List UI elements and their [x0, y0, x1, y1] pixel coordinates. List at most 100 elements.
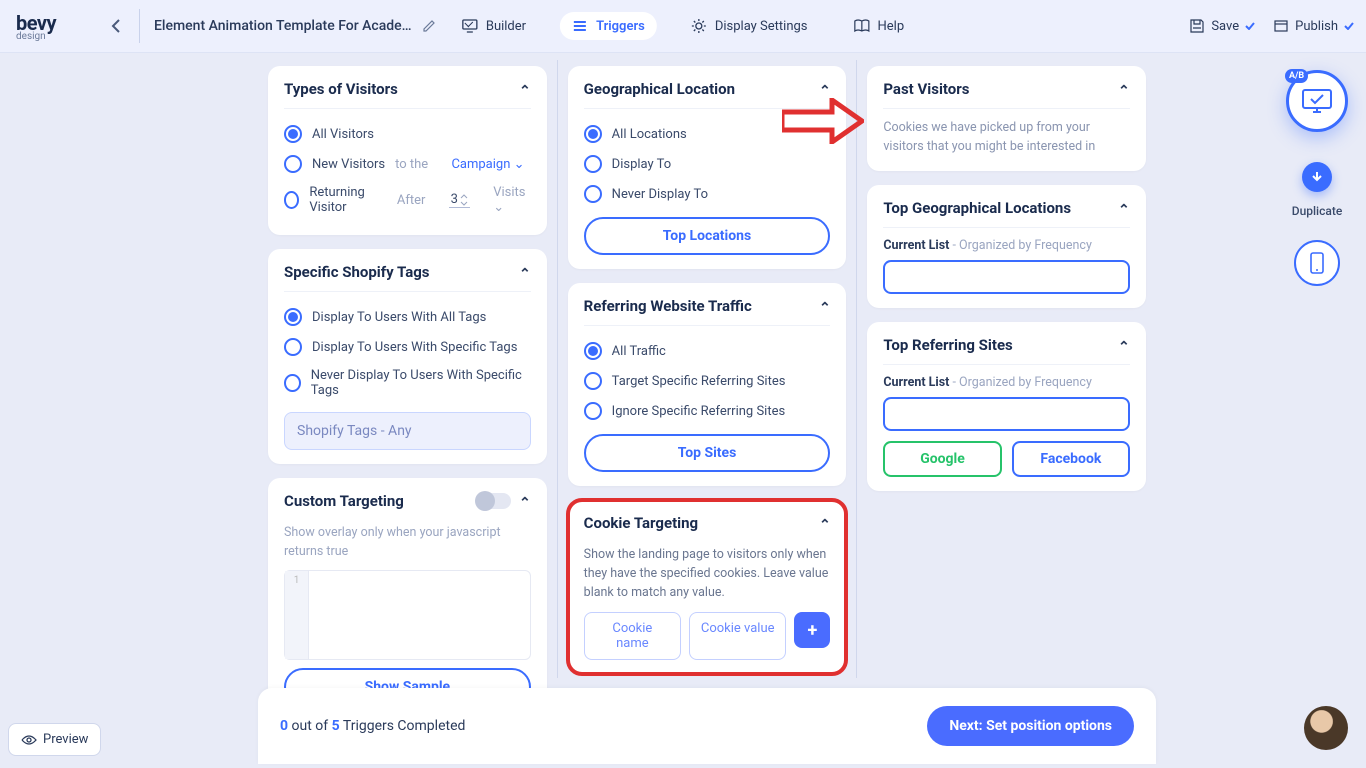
user-avatar[interactable] [1304, 706, 1348, 750]
card-shopify-tags: Specific Shopify Tags ⌄ Display To Users… [268, 249, 547, 464]
save-icon [1189, 18, 1205, 34]
card-past-visitors: Past Visitors ⌄ Cookies we have picked u… [867, 66, 1146, 171]
footer-bar: 0 out of 5 Triggers Completed Next: Set … [258, 688, 1156, 764]
chevron-up-icon[interactable]: ⌄ [819, 81, 831, 97]
publish-button[interactable]: Publish [1273, 18, 1354, 34]
card-custom-targeting: Custom Targeting ⌄ Show overlay only whe… [268, 478, 547, 720]
back-button[interactable] [106, 9, 140, 43]
visits-stepper[interactable]: 3 [449, 192, 470, 208]
chip-facebook[interactable]: Facebook [1012, 441, 1130, 477]
radio-geo-never[interactable]: Never Display To [584, 179, 831, 209]
edit-icon[interactable] [422, 19, 436, 33]
list-label: Current List [883, 238, 949, 253]
card-title: Types of Visitors [284, 80, 398, 98]
tags-input[interactable]: Shopify Tags - Any [284, 412, 531, 450]
top-locations-button[interactable]: Top Locations [584, 217, 831, 255]
list-sublabel: - Organized by Frequency [949, 375, 1091, 390]
check-icon [1344, 22, 1354, 30]
chevron-up-icon[interactable]: ⌄ [519, 264, 531, 280]
device-desktop-button[interactable]: A/B [1286, 70, 1348, 132]
top-sites-button[interactable]: Top Sites [584, 434, 831, 472]
radio-new-visitors[interactable]: New Visitors to the Campaign ⌄ [284, 149, 531, 179]
nav-display-settings[interactable]: Display Settings [679, 12, 820, 40]
ab-badge: A/B [1285, 69, 1308, 83]
radio-geo-display[interactable]: Display To [584, 149, 831, 179]
action-label: Save [1211, 19, 1239, 34]
custom-toggle[interactable] [477, 493, 511, 509]
download-icon [1310, 170, 1324, 184]
radio-geo-all[interactable]: All Locations [584, 119, 831, 149]
geo-list-input[interactable] [883, 260, 1130, 294]
column-3: Past Visitors ⌄ Cookies we have picked u… [857, 60, 1156, 678]
nav-builder[interactable]: Builder [450, 12, 538, 40]
nav-help[interactable]: Help [842, 12, 917, 40]
duplicate-label: Duplicate [1292, 204, 1343, 218]
chevron-up-icon[interactable]: ⌄ [519, 81, 531, 97]
radio-ref-target[interactable]: Target Specific Referring Sites [584, 366, 831, 396]
chevron-up-icon[interactable]: ⌄ [519, 493, 531, 509]
mobile-icon [1310, 252, 1324, 274]
campaign-dropdown[interactable]: Campaign ⌄ [451, 157, 524, 172]
next-button[interactable]: Next: Set position options [927, 706, 1134, 746]
device-mobile-button[interactable] [1294, 240, 1340, 286]
logo: bevy design [12, 11, 100, 42]
card-top-geo: Top Geographical Locations ⌄ Current Lis… [867, 185, 1146, 308]
chevron-up-icon[interactable]: ⌄ [819, 515, 831, 531]
list-label: Current List [883, 375, 949, 390]
code-editor[interactable]: 1 [284, 570, 531, 660]
card-description: Show overlay only when your javascript r… [284, 524, 531, 562]
nav-label: Triggers [596, 19, 645, 34]
card-description: Show the landing page to visitors only w… [584, 546, 831, 602]
card-types-visitors: Types of Visitors ⌄ All Visitors New Vis… [268, 66, 547, 235]
main-area: Types of Visitors ⌄ All Visitors New Vis… [258, 60, 1156, 678]
monitor-check-icon [1301, 88, 1333, 114]
duplicate-button[interactable] [1302, 162, 1332, 192]
column-1: Types of Visitors ⌄ All Visitors New Vis… [258, 60, 557, 678]
book-icon [854, 18, 870, 34]
check-icon [1245, 22, 1255, 30]
radio-tags-all[interactable]: Display To Users With All Tags [284, 302, 531, 332]
chevron-up-icon[interactable]: ⌄ [1118, 200, 1130, 216]
column-2: Geographical Location ⌄ All Locations Di… [557, 60, 858, 678]
card-top-referring: Top Referring Sites ⌄ Current List - Org… [867, 322, 1146, 491]
card-title: Past Visitors [883, 80, 969, 98]
radio-tags-specific[interactable]: Display To Users With Specific Tags [284, 332, 531, 362]
card-geo-location: Geographical Location ⌄ All Locations Di… [568, 66, 847, 269]
builder-icon [462, 18, 478, 34]
chevron-up-icon[interactable]: ⌄ [819, 298, 831, 314]
eye-icon [21, 734, 37, 746]
radio-tags-never[interactable]: Never Display To Users With Specific Tag… [284, 362, 531, 404]
save-button[interactable]: Save [1189, 18, 1255, 34]
nav-label: Help [878, 19, 905, 34]
card-title: Top Geographical Locations [883, 199, 1071, 217]
card-referring-traffic: Referring Website Traffic ⌄ All Traffic … [568, 283, 847, 486]
nav-triggers[interactable]: Triggers [560, 12, 657, 40]
radio-ref-ignore[interactable]: Ignore Specific Referring Sites [584, 396, 831, 426]
triggers-icon [572, 18, 588, 34]
radio-all-visitors[interactable]: All Visitors [284, 119, 531, 149]
chevron-up-icon[interactable]: ⌄ [1118, 337, 1130, 353]
card-title: Geographical Location [584, 80, 735, 98]
visits-dropdown[interactable]: Visits ⌄ [493, 185, 530, 215]
nav-label: Display Settings [715, 19, 808, 34]
chevron-left-icon [111, 18, 121, 34]
right-rail: A/B Duplicate [1286, 70, 1348, 286]
gear-icon [691, 18, 707, 34]
chevron-up-icon[interactable]: ⌄ [1118, 81, 1130, 97]
radio-ref-all[interactable]: All Traffic [584, 336, 831, 366]
preview-button[interactable]: Preview [8, 723, 101, 756]
chip-google[interactable]: Google [883, 441, 1001, 477]
cookie-name-input[interactable]: Cookie name [584, 612, 681, 660]
add-cookie-button[interactable]: + [794, 612, 830, 648]
card-title: Custom Targeting [284, 492, 404, 510]
center-nav: Builder Triggers Display Settings Help [450, 12, 916, 40]
card-title: Referring Website Traffic [584, 297, 752, 315]
ref-list-input[interactable] [883, 397, 1130, 431]
page-title: Element Animation Template For Acade… [154, 18, 412, 34]
cookie-value-input[interactable]: Cookie value [689, 612, 786, 660]
publish-icon [1273, 18, 1289, 34]
logo-sub: design [16, 31, 46, 42]
radio-returning-visitor[interactable]: Returning Visitor After 3 Visits ⌄ [284, 179, 531, 221]
action-label: Publish [1295, 19, 1338, 34]
preview-label: Preview [43, 732, 88, 747]
